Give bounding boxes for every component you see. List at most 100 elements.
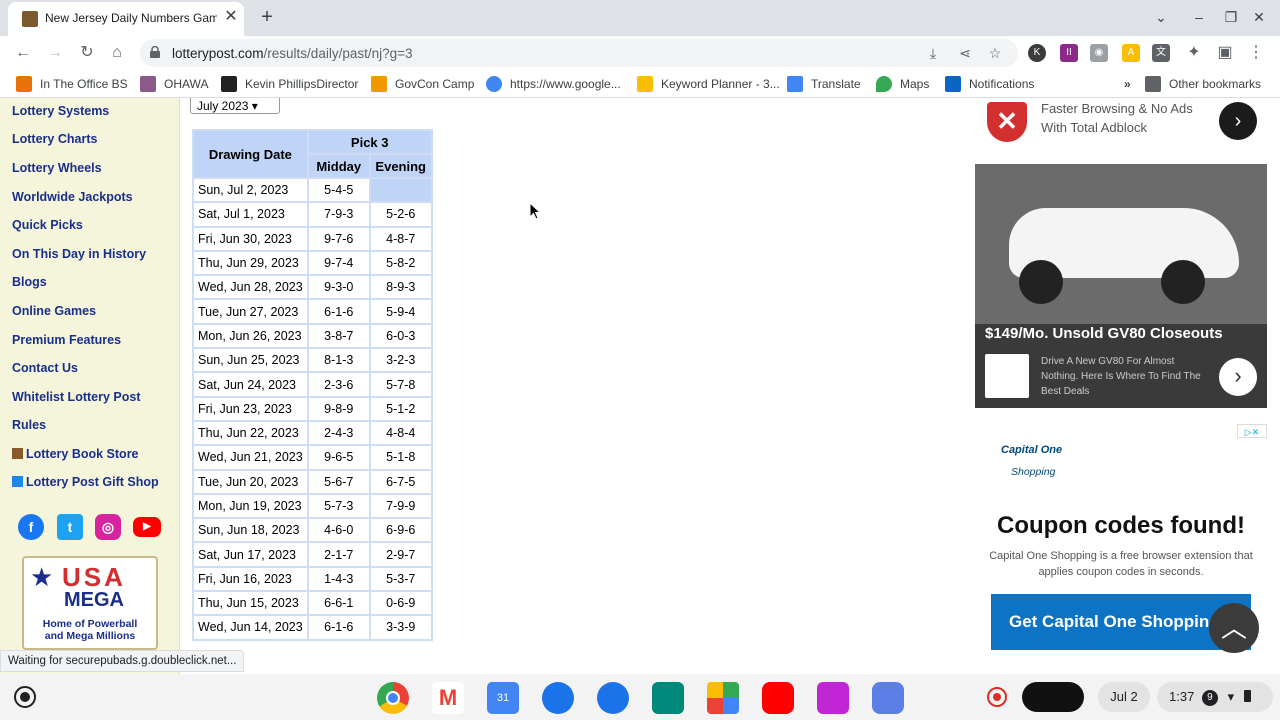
gmail-app-icon[interactable]: M (432, 682, 464, 714)
home-icon[interactable]: ⌂ (106, 42, 128, 64)
play-store-app-icon[interactable] (707, 682, 739, 714)
capone-headline: Coupon codes found! (997, 512, 1245, 539)
bookmark-item[interactable]: Maps (876, 76, 929, 92)
sidebar-link-gift-shop[interactable]: Lottery Post Gift Shop (12, 475, 159, 489)
table-row: Wed, Jun 28, 2023 9-3-0 8-9-3 (194, 276, 431, 299)
avatar[interactable] (1022, 682, 1084, 712)
bookmark-favicon-icon (221, 76, 237, 92)
extensions-puzzle-icon[interactable]: ✦ (1183, 42, 1205, 64)
launcher-icon[interactable] (14, 686, 36, 708)
extension-ab-icon[interactable]: A (1122, 44, 1140, 62)
screencast-app-icon[interactable] (817, 682, 849, 714)
chevron-right-icon[interactable]: › (1219, 102, 1257, 140)
left-sidebar: Lottery Systems Lottery Charts Lottery W… (0, 98, 180, 674)
book-icon (12, 448, 23, 459)
sidebar-link-lottery-wheels[interactable]: Lottery Wheels (12, 161, 102, 175)
usa-mega-logo[interactable]: ★ USA MEGA Home of Powerball and Mega Mi… (22, 556, 158, 650)
car-ad-sub: Drive A New GV80 For Almost Nothing. Her… (1041, 356, 1201, 397)
bookmark-item[interactable]: OHAWA (140, 76, 208, 92)
month-select[interactable]: July 2023 ▾ (190, 98, 280, 114)
sidebar-link-book-store[interactable]: Lottery Book Store (12, 447, 139, 461)
messages-app-icon[interactable] (597, 682, 629, 714)
forward-arrow-icon[interactable]: → (44, 42, 66, 64)
sidebar-link-whitelist[interactable]: Whitelist Lottery Post (12, 390, 140, 404)
bookmark-item[interactable]: Translate (787, 76, 861, 92)
sidebar-link-lottery-charts[interactable]: Lottery Charts (12, 132, 97, 146)
instagram-icon[interactable]: ◎ (95, 514, 121, 540)
sidebar-link-premium-features[interactable]: Premium Features (12, 333, 121, 347)
row-date: Mon, Jun 19, 2023 (194, 494, 307, 518)
screen-record-icon[interactable] (987, 687, 1007, 707)
sidebar-link-quick-picks[interactable]: Quick Picks (12, 218, 83, 232)
active-tab[interactable]: New Jersey Daily Numbers Game ✕ (8, 2, 244, 36)
sidebar-link-lottery-systems[interactable]: Lottery Systems (12, 104, 109, 118)
tab-close-icon[interactable]: ✕ (222, 8, 240, 26)
bookmark-item[interactable]: In The Office BS (16, 76, 128, 92)
new-tab-button[interactable]: + (256, 6, 278, 28)
share-icon[interactable]: ⋖ (956, 44, 974, 62)
meet-app-icon[interactable] (652, 682, 684, 714)
facebook-icon[interactable]: f (18, 514, 44, 540)
calendar-app-icon[interactable]: 31 (487, 682, 519, 714)
table-row: Mon, Jun 19, 2023 5-7-3 7-9-9 (194, 494, 431, 518)
row-date: Sat, Jun 24, 2023 (194, 373, 307, 396)
twitter-icon[interactable]: t (57, 514, 83, 540)
row-evening: 5-7-8 (370, 373, 431, 396)
row-midday: 9-6-5 (308, 446, 369, 469)
table-row: Sun, Jun 18, 2023 4-6-0 6-9-6 (194, 519, 431, 542)
translate-icon (787, 76, 803, 92)
translate-extension-icon[interactable]: 文 (1152, 44, 1170, 62)
folder-icon (1145, 76, 1161, 92)
files-app-icon[interactable] (542, 682, 574, 714)
bookmark-item[interactable]: Kevin PhillipsDirector (221, 76, 358, 92)
install-app-icon[interactable]: ⤓ (924, 44, 942, 62)
row-evening: 6-7-5 (370, 470, 431, 493)
scroll-to-top-button[interactable]: ︿ (1209, 603, 1259, 653)
minimize-icon[interactable]: – (1190, 8, 1208, 26)
side-panel-icon[interactable]: ▣ (1214, 42, 1236, 64)
bookmarks-overflow-icon[interactable]: » (1124, 76, 1131, 92)
bookmark-star-icon[interactable]: ☆ (986, 44, 1004, 62)
camera-extension-icon[interactable]: ◉ (1090, 44, 1108, 62)
youtube-icon[interactable]: ▶ (133, 517, 161, 537)
row-date: Sun, Jul 2, 2023 (194, 179, 307, 202)
youtube-app-icon[interactable] (762, 682, 794, 714)
back-arrow-icon[interactable]: ← (12, 42, 34, 64)
chevron-right-icon[interactable]: › (1219, 358, 1257, 396)
sidebar-link-contact-us[interactable]: Contact Us (12, 361, 78, 375)
sidebar-link-rules[interactable]: Rules (12, 418, 46, 432)
extension-k-icon[interactable]: K (1028, 44, 1046, 62)
car-ad[interactable]: ▷✕ $149/Mo. Unsold GV80 Closeouts Drive … (975, 164, 1267, 408)
sidebar-link-on-this-day[interactable]: On This Day in History (12, 247, 146, 261)
bookmark-item[interactable]: GovCon Camp (371, 76, 474, 92)
photos-app-icon[interactable] (872, 682, 904, 714)
row-evening: 6-0-3 (370, 324, 431, 348)
sidebar-link-worldwide-jackpots[interactable]: Worldwide Jackpots (12, 190, 133, 204)
sidebar-link-blogs[interactable]: Blogs (12, 275, 47, 289)
address-bar[interactable]: lotterypost.com/results/daily/past/nj?g=… (140, 39, 1018, 67)
row-evening: 5-1-8 (370, 446, 431, 469)
table-row: Wed, Jun 21, 2023 9-6-5 5-1-8 (194, 446, 431, 469)
bookmark-item[interactable]: Keyword Planner - 3... (637, 76, 780, 92)
row-date: Sat, Jul 1, 2023 (194, 203, 307, 226)
row-date: Thu, Jun 22, 2023 (194, 421, 307, 445)
site-favicon-icon (22, 11, 38, 27)
system-tray[interactable]: 1:37 9 ▾ (1157, 682, 1273, 712)
table-row: Sat, Jul 1, 2023 7-9-3 5-2-6 (194, 203, 431, 226)
sidebar-link-online-games[interactable]: Online Games (12, 304, 96, 318)
reload-icon[interactable]: ↻ (76, 42, 98, 64)
tab-search-icon[interactable]: ⌄ (1152, 8, 1170, 26)
menu-kebab-icon[interactable]: ⋮ (1245, 42, 1267, 64)
star-icon: ★ (30, 562, 54, 592)
maximize-icon[interactable]: ❐ (1222, 8, 1240, 26)
window-close-icon[interactable]: ✕ (1250, 8, 1268, 26)
chrome-app-icon[interactable] (377, 682, 409, 714)
row-evening: 2-9-7 (370, 543, 431, 566)
extension-ii-icon[interactable]: II (1060, 44, 1078, 62)
row-midday: 6-6-1 (308, 592, 369, 615)
date-pill[interactable]: Jul 2 (1098, 682, 1150, 712)
other-bookmarks-folder[interactable]: Other bookmarks (1145, 76, 1261, 92)
bookmark-item[interactable]: Notifications (945, 76, 1034, 92)
bookmark-item[interactable]: https://www.google... (486, 76, 621, 92)
adblock-ad[interactable]: ✕ Faster Browsing & No Ads With Total Ad… (975, 98, 1267, 148)
